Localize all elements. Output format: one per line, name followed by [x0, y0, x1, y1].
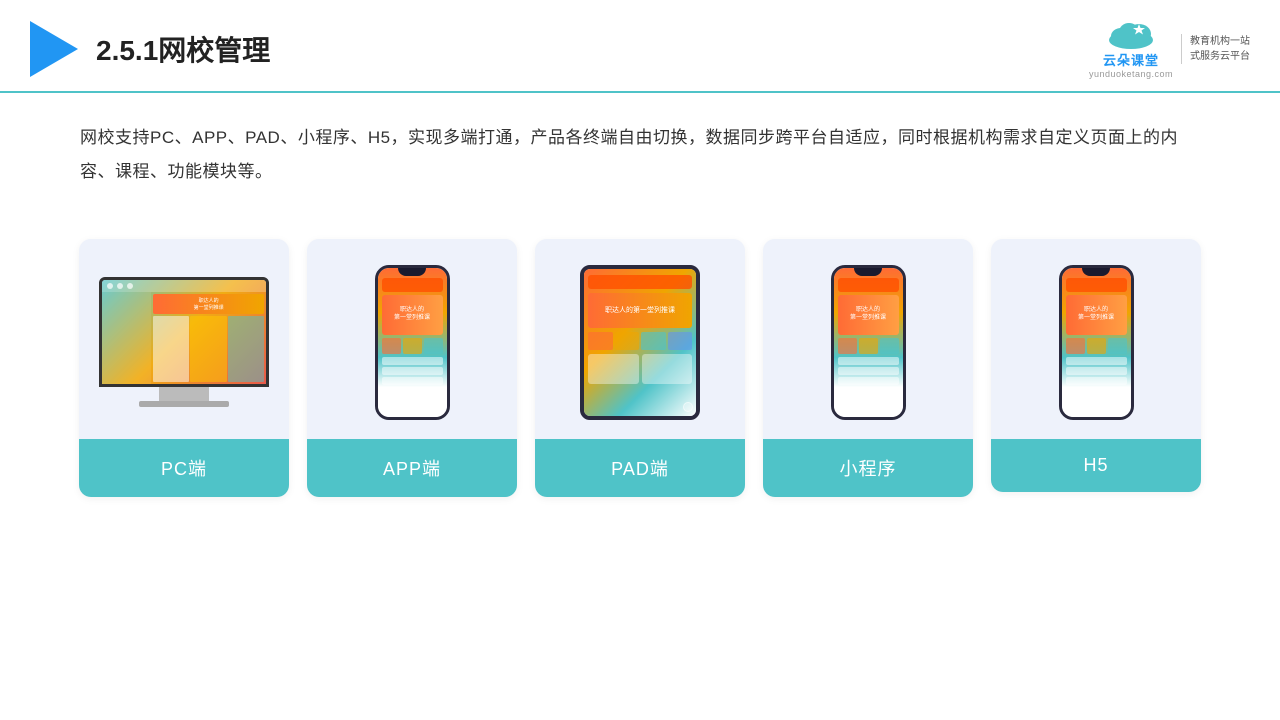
pc-mockup: 职达人的第一堂列推课	[99, 277, 269, 407]
ipad-mockup: 职达人的第一堂列推课	[580, 265, 700, 420]
card-miniapp: 职达人的第一堂列推课 小程序	[763, 239, 973, 497]
page-title: 2.5.1网校管理	[96, 29, 270, 69]
card-pad-image: 职达人的第一堂列推课	[535, 239, 745, 439]
pc-screen: 职达人的第一堂列推课	[99, 277, 269, 387]
card-app-image: 职达人的第一堂列推课	[307, 239, 517, 439]
logo-tagline-line2: 式服务云平台	[1190, 49, 1250, 64]
card-app: 职达人的第一堂列推课 APP端	[307, 239, 517, 497]
phone-mockup-app: 职达人的第一堂列推课	[375, 265, 450, 420]
phone-home-bar-app	[397, 410, 427, 413]
logo-tagline-line1: 教育机构一站	[1190, 34, 1250, 49]
phone-notch-app	[398, 268, 426, 276]
card-miniapp-label: 小程序	[763, 439, 973, 497]
phone-mockup-h5: 职达人的第一堂列推课	[1059, 265, 1134, 420]
card-h5-label: H5	[991, 439, 1201, 492]
logo-area: 云朵课堂 yunduoketang.com 教育机构一站 式服务云平台	[1089, 18, 1250, 79]
logo-svg	[1101, 18, 1161, 50]
card-pc-label: PC端	[79, 439, 289, 497]
card-h5-image: 职达人的第一堂列推课	[991, 239, 1201, 439]
description-paragraph: 网校支持PC、APP、PAD、小程序、H5，实现多端打通，产品各终端自由切换，数…	[80, 121, 1200, 189]
logo-cloud: 云朵课堂 yunduoketang.com	[1089, 18, 1173, 79]
card-miniapp-image: 职达人的第一堂列推课	[763, 239, 973, 439]
phone-screen-miniapp: 职达人的第一堂列推课	[834, 268, 903, 417]
ipad-screen: 职达人的第一堂列推课	[584, 269, 696, 416]
logo-text-main: 云朵课堂	[1103, 50, 1159, 69]
cards-container: 职达人的第一堂列推课	[0, 209, 1280, 517]
logo-tagline: 教育机构一站 式服务云平台	[1181, 34, 1250, 64]
play-icon	[30, 21, 78, 77]
card-pc-image: 职达人的第一堂列推课	[79, 239, 289, 439]
header-left: 2.5.1网校管理	[30, 21, 270, 77]
page-header: 2.5.1网校管理 云朵课堂 yunduoketang.com 教育机构一站 式…	[0, 0, 1280, 93]
phone-home-bar-h5	[1081, 410, 1111, 413]
phone-mockup-miniapp: 职达人的第一堂列推课	[831, 265, 906, 420]
phone-notch-h5	[1082, 268, 1110, 276]
phone-screen-app: 职达人的第一堂列推课	[378, 268, 447, 417]
card-h5: 职达人的第一堂列推课 H5	[991, 239, 1201, 492]
card-pad: 职达人的第一堂列推课 PAD端	[535, 239, 745, 497]
phone-notch-miniapp	[854, 268, 882, 276]
ipad-home-button	[683, 402, 693, 412]
card-app-label: APP端	[307, 439, 517, 497]
phone-screen-h5: 职达人的第一堂列推课	[1062, 268, 1131, 417]
card-pad-label: PAD端	[535, 439, 745, 497]
logo-text-url: yunduoketang.com	[1089, 69, 1173, 79]
phone-home-bar-miniapp	[853, 410, 883, 413]
description-text: 网校支持PC、APP、PAD、小程序、H5，实现多端打通，产品各终端自由切换，数…	[0, 93, 1280, 199]
card-pc: 职达人的第一堂列推课	[79, 239, 289, 497]
